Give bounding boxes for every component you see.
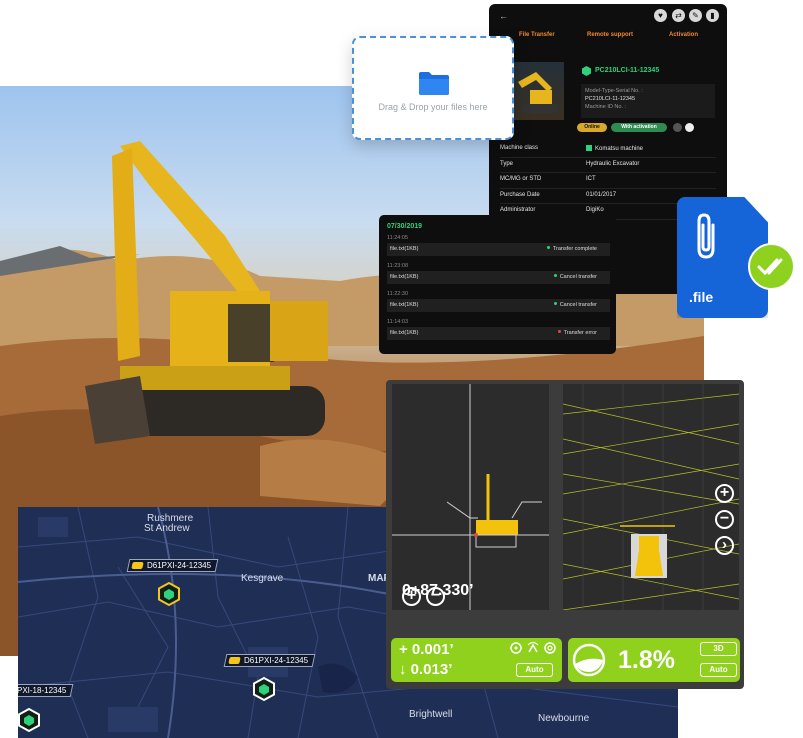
folder-icon — [419, 72, 449, 95]
zoom-in-button[interactable]: + — [402, 587, 421, 606]
paperclip-icon — [697, 213, 715, 259]
square-icon — [673, 123, 682, 132]
trash-icon[interactable]: ▮ — [706, 9, 719, 22]
machine-location-icon[interactable] — [253, 677, 275, 701]
online-badge: Online — [577, 123, 607, 132]
table-row: Machine class Komatsu machine — [500, 142, 716, 158]
swap-icon[interactable]: ⇄ — [672, 9, 685, 22]
map-place-label: St Andrew — [144, 523, 190, 534]
machine-marker-label[interactable]: D61PXI-24-12345 — [126, 559, 219, 572]
log-date: 07/30/2019 — [387, 223, 423, 230]
file-extension: .file — [689, 289, 714, 305]
grade-panel: 1.8% 3D Auto — [568, 638, 740, 682]
machine-info-box: Model-Type-Serial No. : PC210LCI-11-1234… — [581, 84, 715, 118]
zoom-in-button[interactable]: + — [715, 484, 734, 503]
grade-value: 1.8% — [618, 646, 675, 674]
list-item: 11:24:05 file.txt(1KB) Transfer complete — [387, 235, 610, 256]
machine-guidance-display: 0+87.330’ + − + − › + 0.001’ ↓ 0.013’ Au… — [386, 380, 744, 689]
cut-up-value: + 0.001’ — [399, 641, 454, 658]
pencil-icon[interactable]: ✎ — [689, 9, 702, 22]
table-row: MC/MG or STD ICT — [500, 173, 716, 189]
transfer-log: 07/30/2019 11:24:05 file.txt(1KB) Transfe… — [379, 215, 616, 354]
tab-remote-support[interactable]: Remote support — [587, 32, 633, 38]
machine-marker-label[interactable]: PXI-18-12345 — [18, 684, 74, 697]
zoom-out-button[interactable]: − — [715, 510, 734, 529]
status-dot-icon — [553, 302, 557, 305]
list-item: 11:23:08 file.txt(1KB) Cancel transfer — [387, 263, 610, 284]
machine-location-icon[interactable] — [18, 708, 40, 732]
machine-location-icon[interactable] — [158, 582, 180, 606]
auto-button[interactable]: Auto — [700, 663, 737, 677]
status-hex-icon — [582, 66, 591, 76]
gnss-signal-icon — [510, 641, 556, 654]
machine-serial: PC210LCI-11-12345 — [595, 67, 660, 74]
map-place-label: Kesgrave — [241, 573, 284, 584]
file-dropzone[interactable]: Drag & Drop your files here — [352, 36, 514, 140]
tab-activation[interactable]: Activation — [669, 32, 698, 38]
info-line: PC210LCI-11-12345 — [585, 96, 636, 102]
back-arrow-icon[interactable]: ← — [499, 11, 508, 21]
list-item: 11:14:03 file.txt(1KB) Transfer error — [387, 319, 610, 340]
composite-stage: Rushmere St Andrew Kesgrave MAR Brightwe… — [0, 0, 803, 738]
dropzone-hint: Drag & Drop your files here — [378, 102, 488, 112]
checkbox-checked-icon — [586, 145, 592, 151]
table-row: Type Hydraulic Excavator — [500, 158, 716, 173]
cut-down-value: ↓ 0.013’ — [399, 661, 453, 678]
double-check-icon — [748, 243, 795, 290]
map-place-label: Newbourne — [538, 713, 590, 724]
status-dot-icon — [546, 246, 550, 249]
auto-button[interactable]: Auto — [516, 663, 553, 677]
status-dot-icon — [553, 274, 557, 277]
activation-badge: With activation — [611, 123, 667, 132]
machine-marker-label[interactable]: D61PXI-24-12345 — [223, 654, 316, 667]
cut-fill-panel: + 0.001’ ↓ 0.013’ Auto — [391, 638, 562, 682]
profile-view[interactable]: 0+87.330’ + − — [392, 384, 549, 610]
grade-gauge-icon — [572, 643, 606, 677]
info-line: Machine ID No. : — [585, 104, 626, 110]
next-button[interactable]: › — [715, 536, 734, 555]
info-line: Model-Type-Serial No. : — [585, 88, 643, 94]
map-place-label: Brightwell — [409, 709, 453, 720]
mode-3d-button[interactable]: 3D — [700, 642, 737, 656]
document-icon — [685, 123, 694, 132]
list-item: 11:22:30 file.txt(1KB) Cancel transfer — [387, 291, 610, 312]
heart-icon[interactable]: ♥ — [654, 9, 667, 22]
zoom-out-button[interactable]: − — [426, 587, 445, 606]
bulldozer-icon — [228, 657, 241, 664]
bulldozer-icon — [131, 562, 144, 569]
machine-thumbnail — [512, 62, 564, 120]
plan-view[interactable]: + − › — [563, 384, 739, 610]
machine-tabs: File Transfer Remote support Activation — [489, 32, 727, 46]
tab-file-transfer[interactable]: File Transfer — [519, 32, 555, 38]
status-dot-icon — [557, 330, 561, 333]
